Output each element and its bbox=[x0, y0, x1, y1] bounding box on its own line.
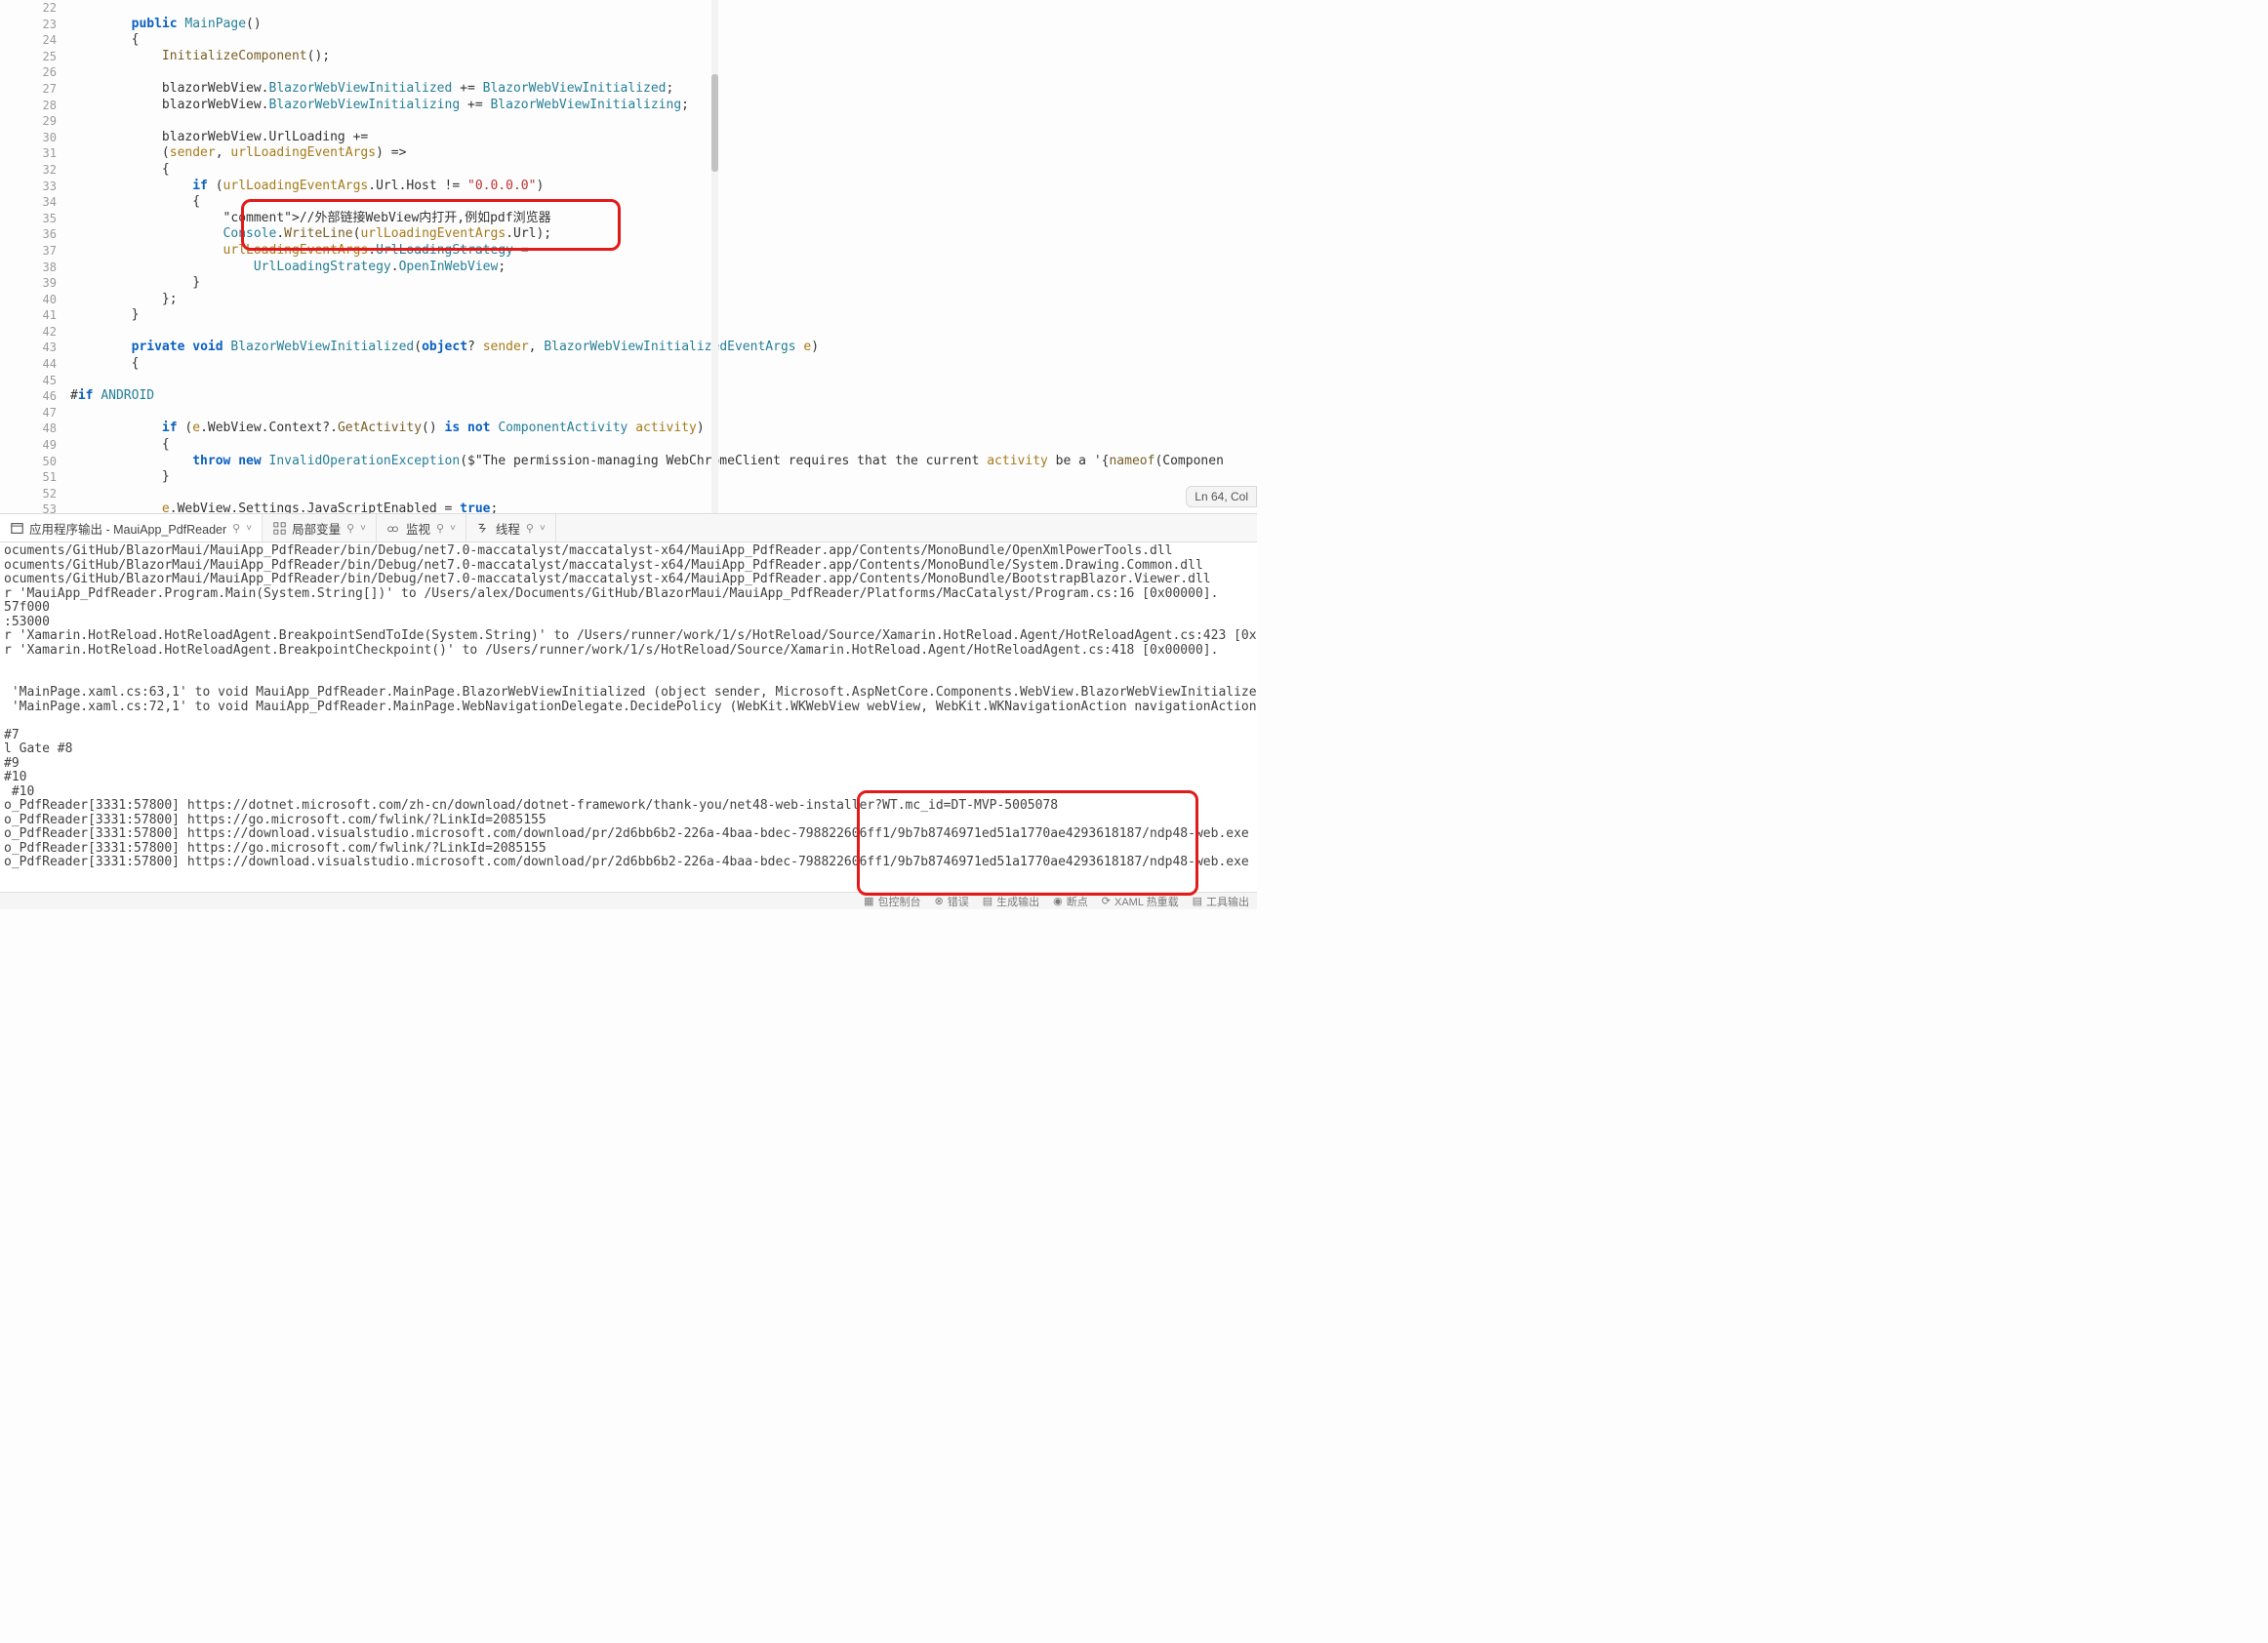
tab-threads[interactable]: 线程 ⚲ ˅ bbox=[466, 514, 556, 541]
chevron-down-icon[interactable]: ˅ bbox=[540, 523, 546, 534]
tab-output[interactable]: 应用程序输出 - MauiApp_PdfReader ⚲ ˅ bbox=[0, 514, 263, 541]
line-number-gutter: 2223242526272829303132333435363738394041… bbox=[0, 0, 70, 513]
bottom-panel-tabbar: 应用程序输出 - MauiApp_PdfReader ⚲ ˅ 局部变量 ⚲ ˅ … bbox=[0, 513, 1257, 542]
status-tool-output[interactable]: ▤ 工具输出 bbox=[1193, 894, 1249, 909]
tab-watch[interactable]: 监视 ⚲ ˅ bbox=[377, 514, 466, 541]
pin-icon[interactable]: ⚲ bbox=[346, 522, 354, 535]
chevron-down-icon[interactable]: ˅ bbox=[450, 523, 456, 534]
chevron-down-icon[interactable]: ˅ bbox=[360, 523, 366, 534]
glasses-icon bbox=[386, 521, 400, 535]
tab-locals[interactable]: 局部变量 ⚲ ˅ bbox=[263, 514, 377, 541]
chevron-down-icon[interactable]: ˅ bbox=[246, 523, 252, 534]
editor-scrollbar[interactable] bbox=[711, 0, 718, 513]
pin-icon[interactable]: ⚲ bbox=[526, 522, 534, 535]
pin-icon[interactable]: ⚲ bbox=[232, 522, 240, 535]
code-editor[interactable]: 2223242526272829303132333435363738394041… bbox=[0, 0, 1257, 513]
line-column-indicator[interactable]: Ln 64, Col bbox=[1186, 486, 1257, 507]
pin-icon[interactable]: ⚲ bbox=[436, 522, 444, 535]
status-errors[interactable]: ⊗ 错误 bbox=[935, 894, 969, 909]
output-pane[interactable]: ocuments/GitHub/BlazorMaui/MauiApp_PdfRe… bbox=[0, 542, 1257, 892]
code-area[interactable]: public MainPage() { InitializeComponent(… bbox=[70, 0, 1257, 513]
output-icon bbox=[10, 521, 23, 535]
tab-threads-label: 线程 bbox=[496, 519, 520, 538]
grid-icon bbox=[272, 521, 286, 535]
status-build-output[interactable]: ▤ 生成输出 bbox=[983, 894, 1039, 909]
threads-icon bbox=[476, 521, 490, 535]
tab-output-label: 应用程序输出 - MauiApp_PdfReader bbox=[29, 519, 226, 538]
status-xaml-hotreload[interactable]: ⟳ XAML 热重载 bbox=[1102, 894, 1179, 909]
status-bar: ▦ 包控制台 ⊗ 错误 ▤ 生成输出 ◉ 断点 ⟳ XAML 热重载 ▤ 工具输… bbox=[0, 892, 1257, 909]
tab-watch-label: 监视 bbox=[406, 519, 430, 538]
status-breakpoints[interactable]: ◉ 断点 bbox=[1053, 894, 1088, 909]
tab-locals-label: 局部变量 bbox=[292, 519, 341, 538]
status-package-console[interactable]: ▦ 包控制台 bbox=[864, 894, 920, 909]
scrollbar-thumb[interactable] bbox=[711, 74, 718, 172]
